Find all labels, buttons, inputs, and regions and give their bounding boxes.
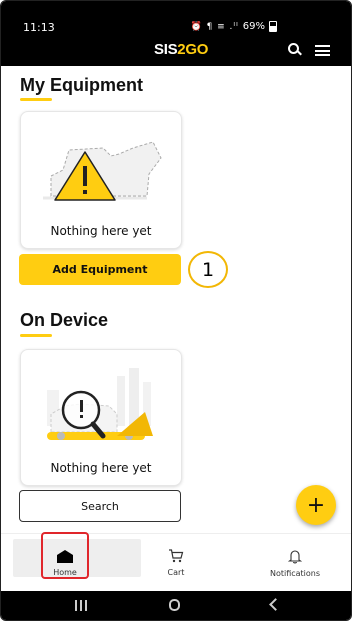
- add-fab-button[interactable]: +: [296, 485, 336, 525]
- my-equipment-underline: [20, 98, 52, 101]
- my-equipment-title: My Equipment: [20, 75, 144, 95]
- nav-label-cart: Cart: [167, 568, 185, 577]
- on-device-underline: [20, 334, 52, 337]
- app-header: 11:13 ⏰ ¶ ≡ .ᴵᴵ 69% SIS2GO: [1, 1, 351, 66]
- status-indicators: ⏰ ¶ ≡ .ᴵᴵ 69%: [190, 21, 277, 32]
- battery-icon: [269, 21, 277, 32]
- back-icon[interactable]: [269, 598, 282, 611]
- recent-apps-icon[interactable]: [75, 600, 87, 611]
- search-icon[interactable]: [288, 43, 299, 54]
- system-home-icon[interactable]: [169, 599, 180, 611]
- nav-label-notifications: Notifications: [269, 568, 321, 578]
- nav-item-notifications[interactable]: Notifications: [259, 534, 331, 592]
- on-device-empty-card: Nothing here yet: [20, 349, 182, 486]
- add-equipment-button[interactable]: Add Equipment: [19, 254, 181, 285]
- bell-icon: [288, 549, 302, 563]
- system-navigation-bar: [1, 591, 351, 620]
- on-device-title: On Device: [20, 310, 109, 330]
- equipment-warning-illustration: [43, 141, 162, 201]
- nav-item-cart[interactable]: Cart: [156, 534, 196, 592]
- home-highlight-box: [41, 532, 89, 579]
- brand-text-sis: SIS: [154, 41, 178, 58]
- cart-icon: [169, 549, 184, 563]
- my-equipment-empty-text: Nothing here yet: [50, 224, 152, 238]
- status-time: 11:13: [23, 21, 55, 34]
- phone-screen: 11:13 ⏰ ¶ ≡ .ᴵᴵ 69% SIS2GO My Equipment …: [0, 0, 352, 621]
- search-button[interactable]: Search: [19, 490, 181, 522]
- on-device-empty-text: Nothing here yet: [50, 461, 152, 475]
- step-callout-marker: 1: [188, 251, 228, 288]
- status-icons: ⏰ ¶ ≡ .ᴵᴵ: [190, 21, 239, 32]
- battery-percent: 69%: [242, 21, 265, 32]
- brand-logo: SIS2GO: [154, 41, 208, 58]
- device-search-illustration: [47, 368, 153, 440]
- brand-text-2go: 2GO: [177, 41, 209, 58]
- my-equipment-empty-card: Nothing here yet: [20, 111, 182, 249]
- hamburger-menu-icon[interactable]: [315, 45, 330, 56]
